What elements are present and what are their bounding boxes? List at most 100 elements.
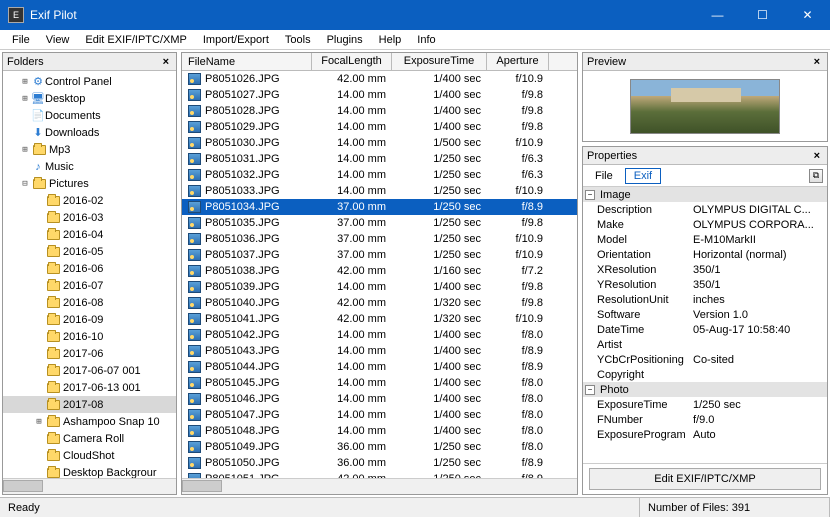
file-row[interactable]: P8051045.JPG14.00 mm1/400 secf/8.0 (182, 375, 577, 391)
tab-exif[interactable]: Exif (625, 168, 661, 184)
file-row[interactable]: P8051028.JPG14.00 mm1/400 secf/9.8 (182, 103, 577, 119)
column-header-filename[interactable]: FileName (182, 53, 312, 70)
prop-row[interactable]: Copyright (583, 367, 827, 382)
folders-close-icon[interactable]: × (160, 56, 172, 68)
tree-item[interactable]: ⊞Ashampoo Snap 10 (3, 413, 176, 430)
maximize-button[interactable]: ☐ (740, 0, 785, 30)
file-row[interactable]: P8051038.JPG42.00 mm1/160 secf/7.2 (182, 263, 577, 279)
file-row[interactable]: P8051034.JPG37.00 mm1/250 secf/8.9 (182, 199, 577, 215)
tree-item[interactable]: ⊞Mp3 (3, 141, 176, 158)
column-header-exposuretime[interactable]: ExposureTime (392, 53, 487, 70)
tree-item[interactable]: 2017-08 (3, 396, 176, 413)
tree-item[interactable]: 2016-10 (3, 328, 176, 345)
prop-row[interactable]: ResolutionUnitinches (583, 292, 827, 307)
tree-item[interactable]: 2016-02 (3, 192, 176, 209)
prop-section[interactable]: −Photo (583, 382, 827, 397)
prop-row[interactable]: YResolution350/1 (583, 277, 827, 292)
prop-section[interactable]: −Image (583, 187, 827, 202)
prop-row[interactable]: DateTime05-Aug-17 10:58:40 (583, 322, 827, 337)
tree-item[interactable]: Camera Roll (3, 430, 176, 447)
menu-import-export[interactable]: Import/Export (195, 32, 277, 48)
file-row[interactable]: P8051036.JPG37.00 mm1/250 secf/10.9 (182, 231, 577, 247)
file-row[interactable]: P8051049.JPG36.00 mm1/250 secf/8.0 (182, 439, 577, 455)
tree-item[interactable]: 2016-06 (3, 260, 176, 277)
prop-row[interactable]: ModelE-M10MarkII (583, 232, 827, 247)
preview-close-icon[interactable]: × (811, 56, 823, 68)
tree-item[interactable]: 2017-06-13 001 (3, 379, 176, 396)
tree-item[interactable]: 2016-04 (3, 226, 176, 243)
file-row[interactable]: P8051042.JPG14.00 mm1/400 secf/8.0 (182, 327, 577, 343)
file-row[interactable]: P8051051.JPG42.00 mm1/250 secf/8.9 (182, 471, 577, 478)
file-row[interactable]: P8051046.JPG14.00 mm1/400 secf/8.0 (182, 391, 577, 407)
tree-expander-icon[interactable]: ⊞ (19, 77, 31, 87)
menu-view[interactable]: View (38, 32, 78, 48)
menu-edit-exif-iptc-xmp[interactable]: Edit EXIF/IPTC/XMP (77, 32, 194, 48)
tree-item[interactable]: Desktop Backgrour (3, 464, 176, 478)
tree-item[interactable]: 2016-05 (3, 243, 176, 260)
menu-tools[interactable]: Tools (277, 32, 319, 48)
file-table-header[interactable]: FileNameFocalLengthExposureTimeAperture (182, 53, 577, 71)
file-row[interactable]: P8051027.JPG14.00 mm1/400 secf/9.8 (182, 87, 577, 103)
file-row[interactable]: P8051047.JPG14.00 mm1/400 secf/8.0 (182, 407, 577, 423)
tree-item[interactable]: CloudShot (3, 447, 176, 464)
prop-row[interactable]: Artist (583, 337, 827, 352)
column-header-focallength[interactable]: FocalLength (312, 53, 392, 70)
file-row[interactable]: P8051041.JPG42.00 mm1/320 secf/10.9 (182, 311, 577, 327)
prop-row[interactable]: ExposureProgramAuto (583, 427, 827, 442)
file-row[interactable]: P8051035.JPG37.00 mm1/250 secf/9.8 (182, 215, 577, 231)
tree-item[interactable]: 2016-08 (3, 294, 176, 311)
tree-item[interactable]: ⊞🖥Desktop (3, 90, 176, 107)
tree-expander-icon[interactable]: ⊞ (19, 94, 31, 104)
file-row[interactable]: P8051050.JPG36.00 mm1/250 secf/8.9 (182, 455, 577, 471)
prop-row[interactable]: XResolution350/1 (583, 262, 827, 277)
menu-help[interactable]: Help (371, 32, 410, 48)
tab-file[interactable]: File (587, 169, 621, 183)
folder-tree[interactable]: ⊞⚙Control Panel⊞🖥Desktop📄Documents⬇Downl… (3, 71, 176, 478)
file-row[interactable]: P8051033.JPG14.00 mm1/250 secf/10.9 (182, 183, 577, 199)
prop-row[interactable]: ExposureTime1/250 sec (583, 397, 827, 412)
tree-item[interactable]: ⊟Pictures (3, 175, 176, 192)
file-row[interactable]: P8051040.JPG42.00 mm1/320 secf/9.8 (182, 295, 577, 311)
menu-plugins[interactable]: Plugins (319, 32, 371, 48)
properties-close-icon[interactable]: × (811, 150, 823, 162)
file-row[interactable]: P8051044.JPG14.00 mm1/400 secf/8.9 (182, 359, 577, 375)
file-row[interactable]: P8051037.JPG37.00 mm1/250 secf/10.9 (182, 247, 577, 263)
prop-row[interactable]: DescriptionOLYMPUS DIGITAL C... (583, 202, 827, 217)
prop-row[interactable]: YCbCrPositioningCo-sited (583, 352, 827, 367)
close-button[interactable]: ✕ (785, 0, 830, 30)
tree-item[interactable]: ⊞⚙Control Panel (3, 73, 176, 90)
properties-grid[interactable]: −ImageDescriptionOLYMPUS DIGITAL C...Mak… (583, 187, 827, 463)
tree-expander-icon[interactable]: ⊞ (19, 145, 31, 155)
file-row[interactable]: P8051030.JPG14.00 mm1/500 secf/10.9 (182, 135, 577, 151)
file-row[interactable]: P8051031.JPG14.00 mm1/250 secf/6.3 (182, 151, 577, 167)
tree-item[interactable]: 2016-09 (3, 311, 176, 328)
menu-info[interactable]: Info (409, 32, 443, 48)
edit-exif-button[interactable]: Edit EXIF/IPTC/XMP (589, 468, 820, 490)
tree-item[interactable]: ♪Music (3, 158, 176, 175)
copy-props-icon[interactable]: ⧉ (809, 169, 823, 183)
collapse-icon[interactable]: − (585, 385, 595, 395)
prop-row[interactable]: MakeOLYMPUS CORPORA... (583, 217, 827, 232)
file-row[interactable]: P8051048.JPG14.00 mm1/400 secf/8.0 (182, 423, 577, 439)
column-header-aperture[interactable]: Aperture (487, 53, 549, 70)
tree-item[interactable]: 2017-06-07 001 (3, 362, 176, 379)
file-table-body[interactable]: P8051026.JPG42.00 mm1/400 secf/10.9P8051… (182, 71, 577, 478)
tree-expander-icon[interactable]: ⊟ (19, 179, 31, 189)
folders-hscroll[interactable] (3, 478, 176, 494)
menu-file[interactable]: File (4, 32, 38, 48)
prop-row[interactable]: OrientationHorizontal (normal) (583, 247, 827, 262)
prop-row[interactable]: FNumberf/9.0 (583, 412, 827, 427)
tree-item[interactable]: ⬇Downloads (3, 124, 176, 141)
file-row[interactable]: P8051039.JPG14.00 mm1/400 secf/9.8 (182, 279, 577, 295)
collapse-icon[interactable]: − (585, 190, 595, 200)
tree-item[interactable]: 2017-06 (3, 345, 176, 362)
file-row[interactable]: P8051029.JPG14.00 mm1/400 secf/9.8 (182, 119, 577, 135)
prop-row[interactable]: SoftwareVersion 1.0 (583, 307, 827, 322)
tree-item[interactable]: 📄Documents (3, 107, 176, 124)
tree-expander-icon[interactable]: ⊞ (33, 417, 45, 427)
tree-item[interactable]: 2016-07 (3, 277, 176, 294)
minimize-button[interactable]: — (695, 0, 740, 30)
file-row[interactable]: P8051043.JPG14.00 mm1/400 secf/8.9 (182, 343, 577, 359)
file-row[interactable]: P8051026.JPG42.00 mm1/400 secf/10.9 (182, 71, 577, 87)
files-hscroll[interactable] (182, 478, 577, 494)
